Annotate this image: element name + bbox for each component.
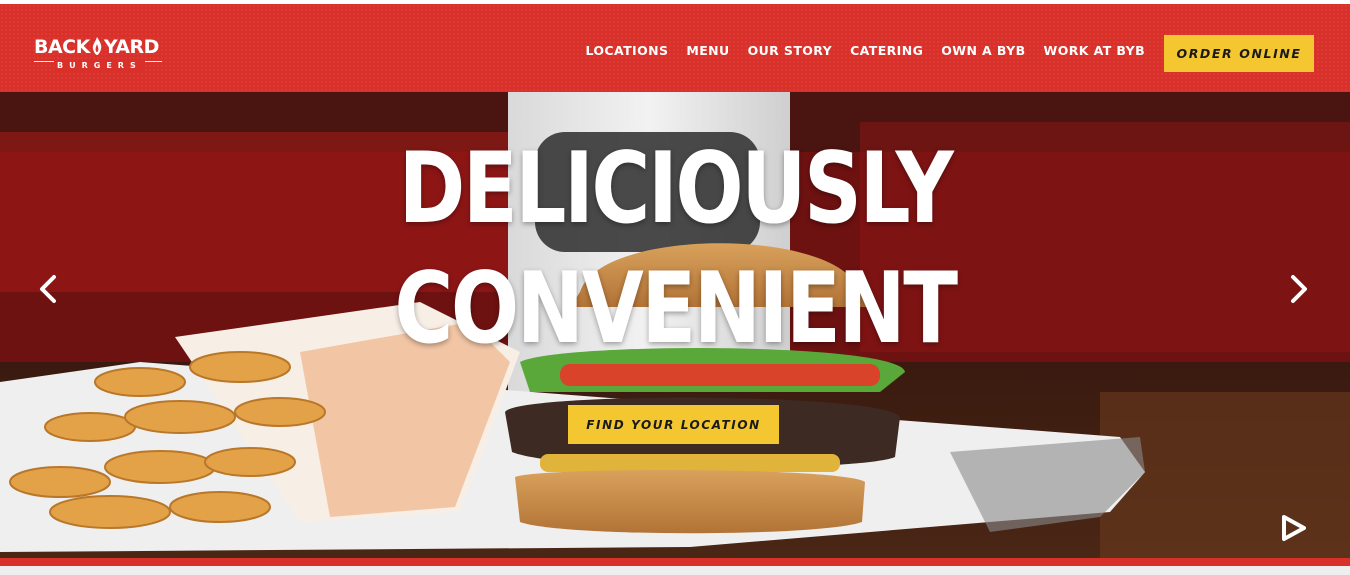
logo-wordmark: BACK YARD bbox=[34, 36, 159, 58]
main-nav: LOCATIONS MENU OUR STORY CATERING OWN A … bbox=[585, 40, 1145, 60]
site-header: BACK YARD BURGERS LOCATIONS MENU OUR STOR… bbox=[0, 4, 1350, 92]
logo-word-back: BACK bbox=[34, 36, 90, 58]
nav-work-at-byb[interactable]: WORK AT BYB bbox=[1044, 43, 1145, 58]
play-icon[interactable] bbox=[1278, 513, 1308, 543]
page-bottom-strip bbox=[0, 566, 1350, 575]
nav-catering[interactable]: CATERING bbox=[850, 43, 923, 58]
nav-own-a-byb[interactable]: OWN A BYB bbox=[941, 43, 1025, 58]
flame-icon bbox=[91, 36, 103, 56]
hero-bottom-bar bbox=[0, 558, 1350, 566]
chevron-right-icon[interactable] bbox=[1283, 272, 1313, 306]
chevron-left-icon[interactable] bbox=[34, 272, 64, 306]
logo-word-yard: YARD bbox=[103, 36, 160, 58]
nav-menu[interactable]: MENU bbox=[686, 43, 729, 58]
logo-tagline: BURGERS bbox=[54, 61, 145, 71]
find-your-location-button[interactable]: FIND YOUR LOCATION bbox=[568, 405, 779, 444]
order-online-button[interactable]: ORDER ONLINE bbox=[1164, 35, 1314, 72]
nav-our-story[interactable]: OUR STORY bbox=[748, 43, 833, 58]
hero-headline-line2: CONVENIENT bbox=[394, 252, 958, 366]
hero-headline-line1: DELICIOUSLY bbox=[398, 132, 954, 246]
nav-locations[interactable]: LOCATIONS bbox=[585, 43, 668, 58]
hero-carousel: DELICIOUSLY CONVENIENT FIND YOUR LOCATIO… bbox=[0, 92, 1350, 558]
backyard-burgers-logo[interactable]: BACK YARD BURGERS bbox=[34, 26, 169, 76]
